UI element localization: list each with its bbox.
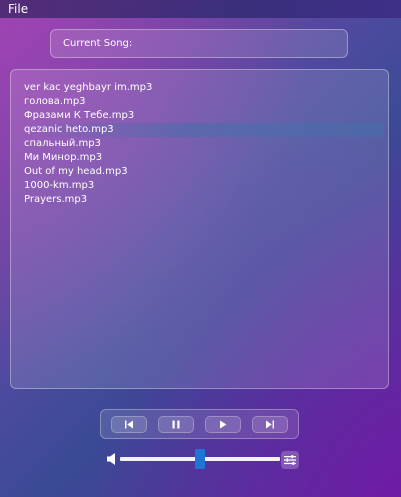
- pause-icon: [172, 420, 180, 429]
- playlist[interactable]: ver kac yeghbayr im.mp3 голова.mp3 Фраза…: [10, 69, 389, 389]
- playlist-item[interactable]: Фразами К Тебе.mp3: [24, 109, 384, 123]
- current-song-box: Current Song:: [50, 29, 348, 58]
- menu-bar: File: [0, 0, 401, 18]
- playlist-item[interactable]: Prayers.mp3: [24, 193, 384, 207]
- current-song-label: Current Song:: [63, 38, 133, 49]
- playlist-item[interactable]: Ми Минор.mp3: [24, 151, 384, 165]
- next-button[interactable]: [252, 416, 288, 433]
- menu-file[interactable]: File: [8, 2, 28, 16]
- playback-controls: [100, 409, 299, 439]
- skip-next-icon: [266, 420, 274, 429]
- play-icon: [220, 420, 227, 429]
- playlist-item[interactable]: Out of my head.mp3: [24, 165, 384, 179]
- skip-previous-icon: [125, 420, 133, 429]
- play-button[interactable]: [205, 416, 241, 433]
- volume-icon[interactable]: [106, 452, 118, 466]
- pause-button[interactable]: [158, 416, 194, 433]
- playlist-item[interactable]: qezanic heto.mp3: [24, 123, 384, 137]
- settings-button[interactable]: [281, 451, 299, 469]
- equalizer-icon: [284, 455, 296, 465]
- playlist-item[interactable]: 1000-km.mp3: [24, 179, 384, 193]
- playlist-item[interactable]: голова.mp3: [24, 95, 384, 109]
- playlist-item[interactable]: ver kac yeghbayr im.mp3: [24, 81, 384, 95]
- volume-slider-handle[interactable]: [195, 449, 205, 469]
- playlist-item[interactable]: спальный.mp3: [24, 137, 384, 151]
- previous-button[interactable]: [111, 416, 147, 433]
